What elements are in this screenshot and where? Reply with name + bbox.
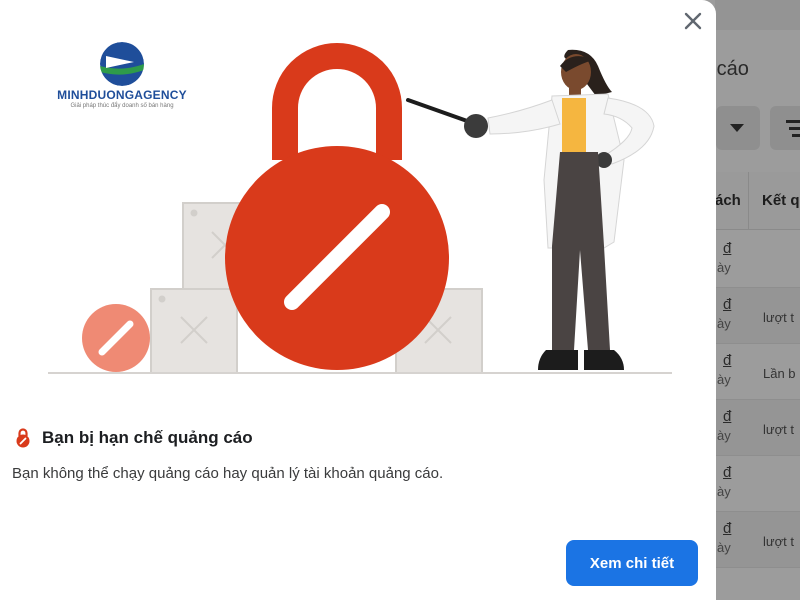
logo-tagline: Giải pháp thúc đẩy doanh số bán hàng <box>70 103 174 109</box>
cell-sub: ày <box>717 260 731 275</box>
cell-currency: đ <box>723 296 732 313</box>
filter-icon-bar <box>792 134 800 137</box>
cell-sub: ày <box>717 428 731 443</box>
cell-currency: đ <box>723 520 732 537</box>
cell-currency: đ <box>723 408 732 425</box>
table-row: đ ày Lần b <box>715 344 800 400</box>
background-dropdown <box>716 106 760 150</box>
dialog-title: Bạn bị hạn chế quảng cáo <box>42 428 253 447</box>
column-header: Kết q <box>762 192 800 209</box>
chevron-down-icon <box>730 124 744 132</box>
background-table-header: ách Kết q <box>715 172 800 230</box>
dialog-description: Bạn không thể chạy quảng cáo hay quản lý… <box>12 465 444 482</box>
table-row: đ ày lượt t <box>715 288 800 344</box>
filter-icon <box>786 120 800 123</box>
logo-name: MINHDUONGAGENCY <box>57 88 187 102</box>
background-filter-button <box>770 106 800 150</box>
filter-icon-bar <box>789 127 800 130</box>
close-button[interactable] <box>680 8 706 34</box>
background-top-bar <box>715 0 800 30</box>
cell-currency: đ <box>723 240 732 257</box>
cell-result: Lần b <box>763 366 796 381</box>
logo-mark-icon <box>100 42 144 86</box>
cell-sub: ày <box>717 540 731 555</box>
restricted-lock-icon <box>16 428 30 448</box>
small-restricted-icon <box>82 304 150 372</box>
cell-sub: ày <box>717 484 731 499</box>
cell-result: lượt t <box>763 422 794 437</box>
table-row: đ ày lượt t <box>715 400 800 456</box>
cell-currency: đ <box>723 464 732 481</box>
cell-currency: đ <box>723 352 732 369</box>
cell-sub: ày <box>717 372 731 387</box>
view-details-button[interactable]: Xem chi tiết <box>566 540 698 586</box>
column-divider <box>748 172 749 230</box>
close-icon <box>684 12 702 30</box>
cell-result: lượt t <box>763 310 794 325</box>
dialog-heading-row: Bạn bị hạn chế quảng cáo <box>14 428 253 448</box>
cell-result: lượt t <box>763 534 794 549</box>
watermark-logo: MINHDUONGAGENCY Giải pháp thúc đẩy doanh… <box>52 40 192 114</box>
restriction-dialog: MINHDUONGAGENCY Giải pháp thúc đẩy doanh… <box>0 0 716 600</box>
column-header: ách <box>715 192 741 209</box>
table-row: đ ày lượt t <box>715 512 800 568</box>
cell-sub: ày <box>717 316 731 331</box>
table-row: đ ày <box>715 456 800 512</box>
table-row: đ ày <box>715 232 800 288</box>
